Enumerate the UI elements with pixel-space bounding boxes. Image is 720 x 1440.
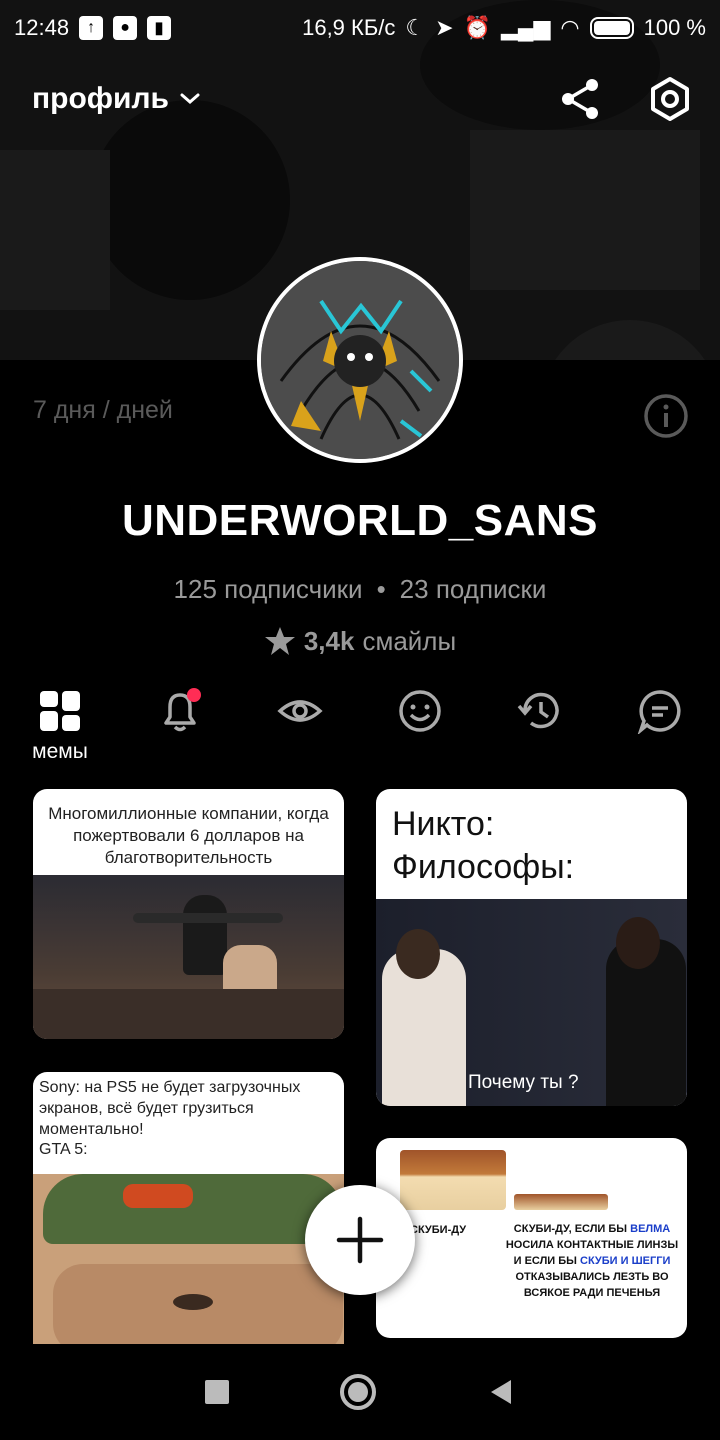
battery-icon [589, 17, 634, 39]
network-speed: 16,9 КБ/с [302, 15, 396, 40]
top-bar: профиль [0, 64, 720, 134]
tab-viewed[interactable] [240, 686, 360, 766]
tab-comments[interactable] [600, 686, 720, 766]
tab-smiled[interactable] [360, 686, 480, 766]
bell-icon [155, 686, 205, 736]
followers-count[interactable]: 125 подписчики [174, 574, 363, 604]
meme-subtitle: Почему ты ? [468, 1072, 579, 1093]
info-icon[interactable] [643, 393, 689, 439]
system-nav-bar [0, 1344, 720, 1440]
tab-memes[interactable]: мемы [0, 686, 120, 766]
meme-card[interactable]: Никто: Философы: Почему ты ? [376, 789, 687, 1106]
plus-icon [336, 1216, 384, 1264]
username: UNDERWORLD_SANS [121, 496, 599, 545]
smile-icon [395, 686, 445, 736]
follow-stats: 125 подписчики • 23 подписки [0, 574, 720, 605]
location-icon: ➤ [435, 15, 454, 40]
status-bar: 12:48 ↑ ● ▮ 16,9 КБ/с ☾ ➤ ⏰ ▂▄▆ ◠ 100 % [0, 0, 720, 56]
following-count[interactable]: 23 подписки [400, 574, 547, 604]
notification-badge [187, 688, 201, 702]
smiles-stat: 3,4k смайлы [0, 625, 720, 657]
meme-image [33, 875, 344, 1039]
meme-caption: Никто: Философы: [392, 805, 575, 886]
eye-icon [275, 686, 325, 736]
meme-caption: Sony: на PS5 не будет загрузочных экрано… [39, 1079, 301, 1159]
tab-history[interactable] [480, 686, 600, 766]
tab-memes-label: мемы [32, 740, 88, 763]
profile-title: профиль [32, 82, 169, 115]
signal-icon: ▂▄▆ [500, 15, 551, 40]
banner-decor-circle [540, 320, 720, 360]
app-notification-icon: ● [113, 16, 138, 40]
meme-caption: СКУБИ-ДУ, ЕСЛИ БЫ ВЕЛМА НОСИЛА КОНТАКТНЫ… [505, 1223, 679, 1299]
add-post-button[interactable] [305, 1185, 415, 1295]
profile-dropdown[interactable]: профиль [32, 82, 201, 116]
chat-icon [635, 686, 685, 736]
share-icon[interactable] [556, 75, 604, 123]
profile-tabs: мемы [0, 686, 720, 766]
meme-image [33, 1174, 344, 1344]
tab-notifications[interactable] [120, 686, 240, 766]
home-button[interactable] [339, 1374, 376, 1410]
battery-level: 100 % [643, 15, 706, 40]
grid-icon [35, 686, 85, 736]
meme-label-left: СКУБИ-ДУ [410, 1224, 467, 1236]
upload-icon: ↑ [79, 16, 104, 40]
recent-apps-button[interactable] [205, 1380, 230, 1404]
history-icon [515, 686, 565, 736]
meme-caption: Многомиллионные компании, когда пожертво… [48, 804, 329, 868]
banner-decor-block [470, 130, 700, 290]
status-time: 12:48 [14, 15, 70, 40]
trash-icon: ▮ [147, 16, 172, 40]
avatar-image [261, 261, 459, 459]
meme-card[interactable]: Многомиллионные компании, когда пожертво… [33, 789, 344, 1039]
meme-image: Почему ты ? [376, 899, 687, 1106]
back-button[interactable] [487, 1377, 515, 1407]
stats-separator: • [376, 574, 386, 604]
thin-book-image [514, 1194, 608, 1210]
star-icon [264, 627, 295, 655]
settings-icon[interactable] [646, 75, 694, 123]
moon-icon: ☾ [405, 15, 426, 40]
chevron-down-icon [180, 93, 200, 104]
meme-card[interactable]: СКУБИ-ДУ СКУБИ-ДУ, ЕСЛИ БЫ ВЕЛМА НОСИЛА … [376, 1138, 687, 1338]
avatar[interactable] [257, 257, 463, 463]
account-age: 7 дня / дней [33, 396, 173, 424]
thick-book-image [400, 1150, 506, 1210]
meme-card[interactable]: Sony: на PS5 не будет загрузочных экрано… [33, 1072, 344, 1344]
banner-decor-block [0, 150, 110, 310]
smiles-count: 3,4k [303, 625, 355, 656]
alarm-icon: ⏰ [463, 15, 491, 40]
wifi-icon: ◠ [560, 15, 580, 40]
smiles-label: смайлы [362, 625, 457, 656]
